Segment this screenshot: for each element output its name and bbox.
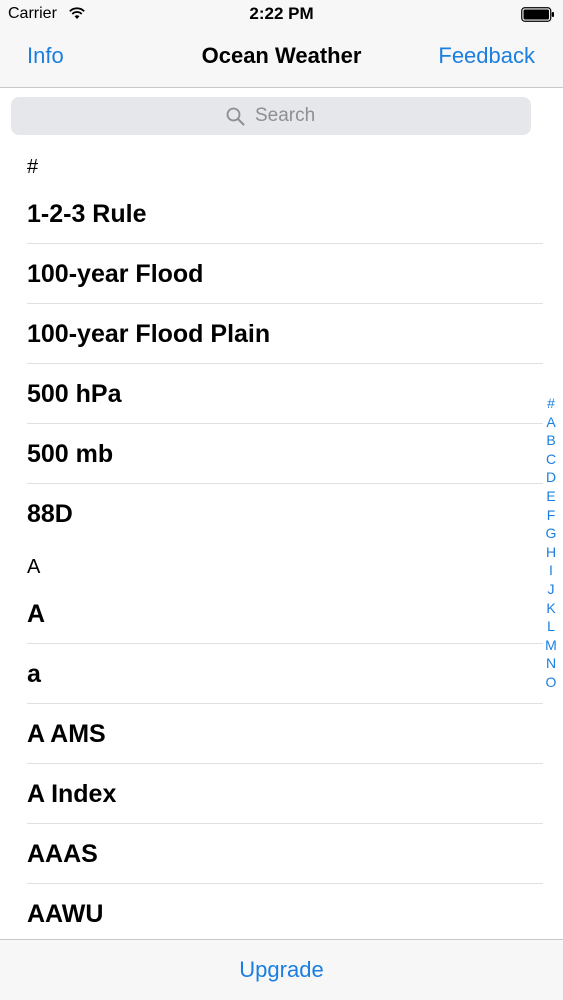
index-letter[interactable]: N — [541, 654, 561, 673]
list-item[interactable]: 500 hPa — [27, 364, 543, 424]
feedback-button[interactable]: Feedback — [438, 43, 535, 69]
index-letter[interactable]: I — [541, 561, 561, 580]
section-index-bar[interactable]: # A B C D E F G H I J K L M N O — [541, 394, 561, 692]
list-item[interactable]: 100-year Flood Plain — [27, 304, 543, 364]
index-letter[interactable]: K — [541, 599, 561, 618]
navigation-bar: Info Ocean Weather Feedback — [0, 30, 563, 88]
status-time: 2:22 PM — [249, 4, 314, 23]
glossary-list: #1-2-3 Rule 100-year Flood 100-year Flood … — [0, 144, 543, 944]
index-letter[interactable]: G — [541, 524, 561, 543]
list-item[interactable]: A — [27, 584, 543, 644]
index-letter[interactable]: M — [541, 636, 561, 655]
status-bar: Carrier 2:22 PM — [0, 0, 563, 30]
index-letter[interactable]: # — [541, 394, 561, 413]
list-item[interactable]: 100-year Flood — [27, 244, 543, 304]
list-item[interactable]: A AMS — [27, 704, 543, 764]
search-icon — [226, 107, 245, 126]
index-letter[interactable]: E — [541, 487, 561, 506]
index-letter[interactable]: J — [541, 580, 561, 599]
index-letter[interactable]: O — [541, 673, 561, 692]
search-input[interactable]: Search — [11, 97, 531, 135]
index-letter[interactable]: H — [541, 543, 561, 562]
list-item[interactable]: 1-2-3 Rule — [27, 184, 543, 244]
list-item[interactable]: 88D — [27, 484, 543, 544]
section-header: # — [27, 156, 39, 178]
list-item[interactable]: AAAS — [27, 824, 543, 884]
list-item[interactable]: 500 mb — [27, 424, 543, 484]
bottom-toolbar: Upgrade — [0, 939, 563, 1000]
index-letter[interactable]: F — [541, 506, 561, 525]
index-letter[interactable]: L — [541, 617, 561, 636]
upgrade-button[interactable]: Upgrade — [0, 957, 563, 983]
search-placeholder: Search — [255, 105, 316, 126]
list-item[interactable]: A Index — [27, 764, 543, 824]
index-letter[interactable]: A — [541, 413, 561, 432]
list-item[interactable]: a — [27, 644, 543, 704]
battery-icon — [521, 7, 554, 22]
index-letter[interactable]: D — [541, 468, 561, 487]
search-bar: Search — [0, 88, 563, 144]
section-header: A — [27, 556, 41, 578]
list-item[interactable]: AAWU — [27, 884, 543, 944]
index-letter[interactable]: B — [541, 431, 561, 450]
index-letter[interactable]: C — [541, 450, 561, 469]
app-screen: Carrier 2:22 PM Info Ocean Weather Feedb… — [0, 0, 563, 1000]
